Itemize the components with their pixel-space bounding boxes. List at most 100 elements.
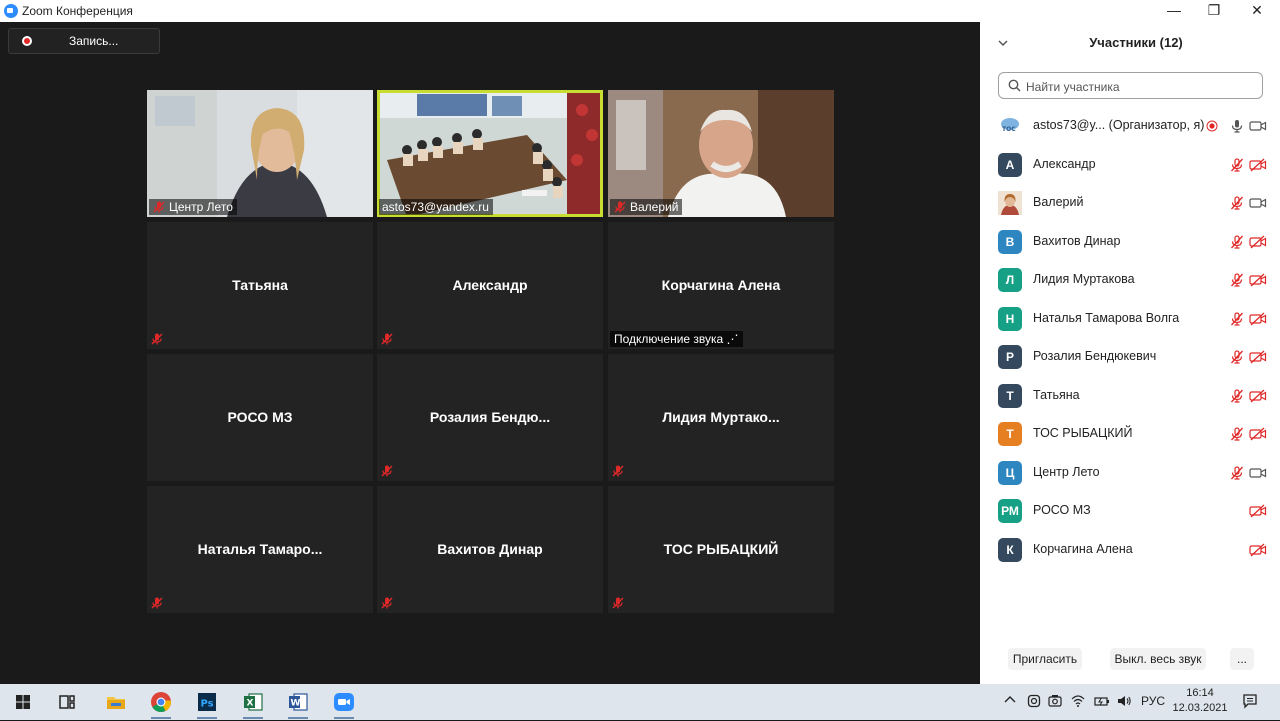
avatar: TOC (998, 114, 1022, 138)
mic-muted-icon (150, 332, 164, 346)
video-off-icon[interactable] (1249, 543, 1267, 562)
participant-name: Корчагина Алена (1033, 541, 1133, 556)
mic-muted-icon[interactable] (1229, 195, 1245, 216)
chrome-icon[interactable] (147, 688, 175, 719)
mic-muted-icon[interactable] (1229, 311, 1245, 332)
mic-muted-icon[interactable] (1229, 465, 1245, 486)
video-icon[interactable] (1249, 466, 1267, 485)
mic-muted-icon[interactable] (1229, 234, 1245, 255)
minimize-button[interactable]: — (1154, 0, 1194, 22)
video-tile[interactable]: Корчагина Алена Подключение звука ⋰ (608, 222, 834, 349)
video-tile[interactable]: Лидия Муртако... (608, 354, 834, 481)
close-button[interactable]: ✕ (1237, 0, 1277, 22)
participant-row[interactable]: В Вахитов Динар (980, 223, 1280, 262)
mic-muted-icon (611, 464, 625, 478)
video-off-icon[interactable] (1249, 504, 1267, 523)
video-off-icon[interactable] (1249, 389, 1267, 408)
recording-button[interactable]: Запись... (8, 28, 160, 54)
participant-row[interactable]: РМ РОСО МЗ (980, 492, 1280, 531)
participant-name: Лидия Муртакова (1033, 272, 1135, 286)
clock[interactable]: 16:14 12.03.2021 (1170, 686, 1230, 716)
participants-list: TOC astos73@y... (Организатор, я) А Алексан… (980, 107, 1280, 569)
clock-time: 16:14 (1186, 687, 1214, 699)
video-off-icon[interactable] (1249, 427, 1267, 446)
mic-muted-icon[interactable] (1229, 388, 1245, 409)
notifications-icon[interactable] (1242, 693, 1258, 712)
svg-text:Ps: Ps (201, 699, 214, 710)
participant-name: РОСО МЗ (1033, 503, 1091, 517)
video-icon[interactable] (1249, 119, 1267, 138)
participant-name: Татьяна (1033, 387, 1080, 402)
windows-start-icon[interactable] (9, 688, 37, 716)
avatar: А (998, 152, 1022, 177)
video-tile[interactable]: ТОС РЫБАЦКИЙ (608, 486, 834, 613)
tile-name: Центр Лето (169, 200, 233, 214)
mute-all-button[interactable]: Выкл. весь звук (1110, 648, 1206, 670)
avatar: Т (998, 383, 1022, 408)
video-tile[interactable]: astos73@yandex.ru (377, 90, 603, 217)
participant-row[interactable]: Н Наталья Тамарова Волга (980, 300, 1280, 339)
tile-name: Лидия Муртако... (662, 409, 780, 425)
mic-muted-icon[interactable] (1229, 426, 1245, 447)
video-tile[interactable]: Татьяна (147, 222, 373, 349)
photoshop-icon[interactable]: Ps (193, 688, 221, 719)
participant-row[interactable]: TOC astos73@y... (Организатор, я) (980, 107, 1280, 146)
mic-muted-icon[interactable] (1229, 349, 1245, 370)
avatar: Т (998, 422, 1022, 446)
maximize-button[interactable]: ❐ (1194, 0, 1234, 22)
participant-row[interactable]: Т ТОС РЫБАЦКИЙ (980, 415, 1280, 454)
video-tile[interactable]: Вахитов Динар (377, 486, 603, 613)
battery-icon[interactable] (1094, 694, 1110, 711)
excel-icon[interactable]: X (239, 688, 267, 719)
video-tile[interactable]: Наталья Тамаро... (147, 486, 373, 613)
file-explorer-icon[interactable] (102, 688, 130, 716)
video-tile[interactable]: Центр Лето (147, 90, 373, 217)
recording-label: Запись... (69, 34, 119, 48)
tile-name: РОСО МЗ (227, 409, 293, 425)
audio-status: Подключение звука ⋰ (610, 331, 743, 347)
participant-row[interactable]: А Александр (980, 146, 1280, 185)
participant-search[interactable] (998, 72, 1263, 99)
wifi-icon[interactable] (1071, 694, 1085, 711)
tile-name-label: Валерий (610, 199, 683, 215)
chevron-up-icon[interactable] (1004, 694, 1016, 708)
participant-name: ТОС РЫБАЦКИЙ (1033, 426, 1133, 440)
mic-muted-icon (613, 200, 627, 214)
language-indicator[interactable]: РУС (1141, 694, 1165, 708)
participant-row[interactable]: Р Розалия Бендюкевич (980, 338, 1280, 377)
word-icon[interactable]: W (284, 688, 312, 719)
mic-muted-icon (150, 596, 164, 610)
participant-row[interactable]: К Корчагина Алена (980, 531, 1280, 570)
video-tile[interactable]: Валерий (608, 90, 834, 217)
video-off-icon[interactable] (1249, 312, 1267, 331)
avatar: РМ (998, 499, 1022, 523)
video-tile[interactable]: Розалия Бендю... (377, 354, 603, 481)
screen-capture-icon[interactable] (1027, 694, 1041, 711)
mic-muted-icon[interactable] (1229, 157, 1245, 178)
invite-button[interactable]: Пригласить (1008, 648, 1082, 670)
search-input[interactable] (1024, 76, 1258, 97)
video-off-icon[interactable] (1249, 350, 1267, 369)
video-off-icon[interactable] (1249, 273, 1267, 292)
video-tile[interactable]: Александр (377, 222, 603, 349)
tile-name: Вахитов Динар (437, 541, 543, 557)
video-off-icon[interactable] (1249, 235, 1267, 254)
video-tile[interactable]: РОСО МЗ (147, 354, 373, 481)
participant-row[interactable]: Ц Центр Лето (980, 454, 1280, 493)
avatar: В (998, 229, 1022, 254)
participant-row[interactable]: Т Татьяна (980, 377, 1280, 416)
task-view-icon[interactable] (53, 688, 81, 716)
participant-video (377, 90, 603, 217)
more-button[interactable]: ... (1230, 648, 1254, 670)
volume-icon[interactable] (1117, 694, 1132, 711)
mic-icon[interactable] (1229, 118, 1245, 139)
participant-row[interactable]: Л Лидия Муртакова (980, 261, 1280, 300)
screenshot-tool-icon[interactable] (1048, 694, 1062, 711)
video-off-icon[interactable] (1249, 158, 1267, 177)
mic-muted-icon[interactable] (1229, 272, 1245, 293)
participant-name: Александр (1033, 156, 1096, 171)
participant-row[interactable]: Валерий (980, 184, 1280, 223)
zoom-app-icon[interactable] (330, 688, 358, 719)
video-icon[interactable] (1249, 196, 1267, 215)
mic-muted-icon (380, 464, 394, 478)
